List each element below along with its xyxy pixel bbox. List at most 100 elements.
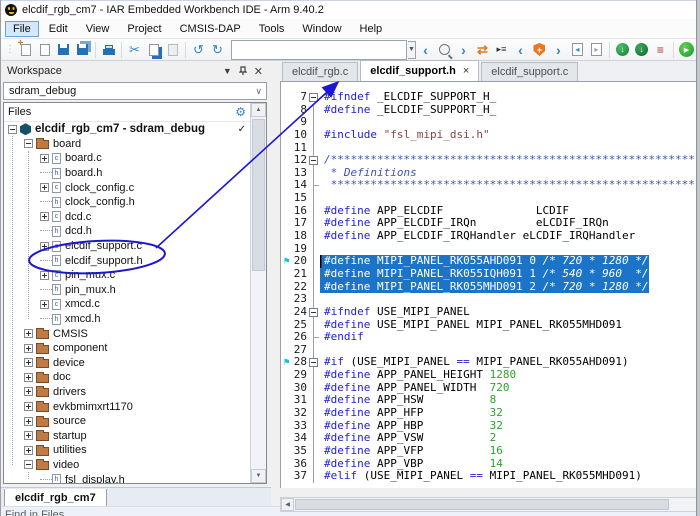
new-document-button[interactable] xyxy=(16,41,35,59)
fold-collapse-icon[interactable] xyxy=(309,358,318,367)
code-line-22[interactable]: 22#define MIPI_PANEL_RK055MHD091 2 /* 72… xyxy=(281,281,698,294)
scroll-up-icon[interactable]: ▲ xyxy=(251,103,266,117)
redo-button[interactable]: ↻ xyxy=(208,41,227,59)
editor-tab-elcdif_support-c[interactable]: elcdif_support.c xyxy=(481,62,578,81)
undo-button[interactable]: ↺ xyxy=(189,41,208,59)
menu-view[interactable]: View xyxy=(78,21,118,37)
expand-plus-icon[interactable] xyxy=(40,242,49,251)
search-dropdown-icon[interactable]: ▼ xyxy=(408,41,416,59)
expand-plus-icon[interactable] xyxy=(40,300,49,309)
next-bookmark-button[interactable]: › xyxy=(549,41,568,59)
tree-item-drivers[interactable]: drivers xyxy=(4,385,250,400)
download-debug-button[interactable]: ↓ xyxy=(632,41,651,59)
copy-button[interactable] xyxy=(144,41,163,59)
fold-collapse-icon[interactable] xyxy=(309,156,318,165)
tree-item-xmcd-c[interactable]: cxmcd.c xyxy=(4,297,250,312)
menu-file[interactable]: File xyxy=(5,21,39,37)
code-line-18[interactable]: 18#define APP_ELCDIF_IRQHandler eLCDIF_I… xyxy=(281,230,698,243)
expand-plus-icon[interactable] xyxy=(24,373,33,382)
files-scrollbar[interactable]: ▲ ▼ xyxy=(250,103,266,483)
debug-log-button[interactable]: ≡ xyxy=(651,41,670,59)
code-editor[interactable]: 7#ifndef _ELCDIF_SUPPORT_H_8#define _ELC… xyxy=(280,82,698,488)
expand-plus-icon[interactable] xyxy=(40,271,49,280)
tree-item-pin_mux-c[interactable]: cpin_mux.c xyxy=(4,268,250,283)
tab-close-icon[interactable]: × xyxy=(463,65,469,77)
tree-item-fsl_display-h[interactable]: hfsl_display.h xyxy=(4,472,250,483)
tree-item-board-h[interactable]: hboard.h xyxy=(4,166,250,181)
menu-project[interactable]: Project xyxy=(119,21,169,37)
toggle-bookmark-button[interactable]: + xyxy=(530,41,549,59)
expand-plus-icon[interactable] xyxy=(40,183,49,192)
code-line-8[interactable]: 8#define _ELCDIF_SUPPORT_H_ xyxy=(281,104,698,117)
collapse-minus-icon[interactable] xyxy=(24,139,33,148)
scroll-down-icon[interactable]: ▼ xyxy=(251,469,266,483)
fold-collapse-icon[interactable] xyxy=(309,93,318,102)
scrollbar-thumb[interactable] xyxy=(252,119,265,271)
tree-item-evkbmimxrt1170[interactable]: evkbmimxrt1170 xyxy=(4,399,250,414)
menu-help[interactable]: Help xyxy=(352,21,391,37)
tree-item-dcd-c[interactable]: cdcd.c xyxy=(4,210,250,225)
selected-code-text[interactable]: #define MIPI_PANEL_RK055MHD091 2 /* 720 … xyxy=(320,281,649,294)
download-and-debug-button[interactable]: ▶ xyxy=(677,41,696,59)
code-text[interactable]: #define USE_MIPI_PANEL MIPI_PANEL_RK055M… xyxy=(320,319,622,332)
go-to-function-button[interactable]: ▸≡ xyxy=(492,41,511,59)
expand-plus-icon[interactable] xyxy=(24,329,33,338)
bookmark-flag-icon[interactable]: ⚑ xyxy=(281,255,292,268)
code-text[interactable]: #endif xyxy=(320,331,364,344)
tree-item-board-c[interactable]: cboard.c xyxy=(4,151,250,166)
tree-item-video[interactable]: video xyxy=(4,458,250,473)
code-line-26[interactable]: 26#endif xyxy=(281,331,698,344)
expand-plus-icon[interactable] xyxy=(24,417,33,426)
tree-item-pin_mux-h[interactable]: hpin_mux.h xyxy=(4,283,250,298)
collapse-minus-icon[interactable] xyxy=(24,460,33,469)
editor-tab-elcdif_rgb-c[interactable]: elcdif_rgb.c xyxy=(282,62,358,81)
toggle-source-header-button[interactable]: ⇄ xyxy=(473,41,492,59)
menu-edit[interactable]: Edit xyxy=(41,21,76,37)
tree-item-clock_config-c[interactable]: cclock_config.c xyxy=(4,180,250,195)
code-text[interactable]: #include "fsl_mipi_dsi.h" xyxy=(320,129,490,142)
configuration-dropdown[interactable]: sdram_debug ∨ xyxy=(3,82,267,100)
paste-button[interactable] xyxy=(163,41,182,59)
save-all-button[interactable] xyxy=(73,41,92,59)
expand-plus-icon[interactable] xyxy=(24,387,33,396)
gear-icon[interactable]: ⚙ xyxy=(235,106,246,118)
tree-item-clock_config-h[interactable]: hclock_config.h xyxy=(4,195,250,210)
fold-collapse-icon[interactable] xyxy=(309,308,318,317)
code-text[interactable]: #define _ELCDIF_SUPPORT_H_ xyxy=(320,104,496,117)
tree-item-xmcd-h[interactable]: hxmcd.h xyxy=(4,312,250,327)
tree-item-elcdif_rgb_cm7-sdram_debug[interactable]: elcdif_rgb_cm7 - sdram_debug✓ xyxy=(4,122,250,137)
previous-bookmark-button[interactable]: ‹ xyxy=(511,41,530,59)
scrollbar-thumb[interactable] xyxy=(295,499,669,510)
code-text[interactable]: #define APP_ELCDIF_IRQHandler eLCDIF_IRQ… xyxy=(320,230,635,243)
tree-item-doc[interactable]: doc xyxy=(4,370,250,385)
print-button[interactable] xyxy=(99,41,118,59)
save-button[interactable] xyxy=(54,41,73,59)
tree-item-startup[interactable]: startup xyxy=(4,428,250,443)
expand-plus-icon[interactable] xyxy=(24,402,33,411)
cut-button[interactable]: ✂ xyxy=(125,41,144,59)
expand-plus-icon[interactable] xyxy=(24,431,33,440)
navigate-back-button[interactable]: ◂ xyxy=(568,41,587,59)
menu-window[interactable]: Window xyxy=(294,21,349,37)
open-file-button[interactable] xyxy=(35,41,54,59)
workspace-tab-elcdif-rgb-cm7[interactable]: elcdif_rgb_cm7 xyxy=(4,489,107,507)
code-text[interactable]: ****************************************… xyxy=(320,179,698,192)
tree-item-elcdif_support-c[interactable]: celcdif_support.c xyxy=(4,239,250,254)
quick-search-input[interactable] xyxy=(231,40,407,60)
pin-icon[interactable] xyxy=(239,66,247,76)
close-icon[interactable]: ✕ xyxy=(254,65,263,78)
tree-item-source[interactable]: source xyxy=(4,414,250,429)
tree-item-component[interactable]: component xyxy=(4,341,250,356)
panel-menu-icon[interactable]: ▼ xyxy=(223,66,232,76)
find-previous-button[interactable]: ‹ xyxy=(416,41,435,59)
find-next-button[interactable]: › xyxy=(454,41,473,59)
tree-item-dcd-h[interactable]: hdcd.h xyxy=(4,224,250,239)
find-button[interactable] xyxy=(435,41,454,59)
tree-item-board[interactable]: board xyxy=(4,137,250,152)
menu-cmsis-dap[interactable]: CMSIS-DAP xyxy=(172,21,249,37)
tree-item-elcdif_support-h[interactable]: helcdif_support.h xyxy=(4,253,250,268)
expand-plus-icon[interactable] xyxy=(24,446,33,455)
expand-plus-icon[interactable] xyxy=(40,212,49,221)
code-line-10[interactable]: 10#include "fsl_mipi_dsi.h" xyxy=(281,129,698,142)
collapse-minus-icon[interactable] xyxy=(8,125,17,134)
